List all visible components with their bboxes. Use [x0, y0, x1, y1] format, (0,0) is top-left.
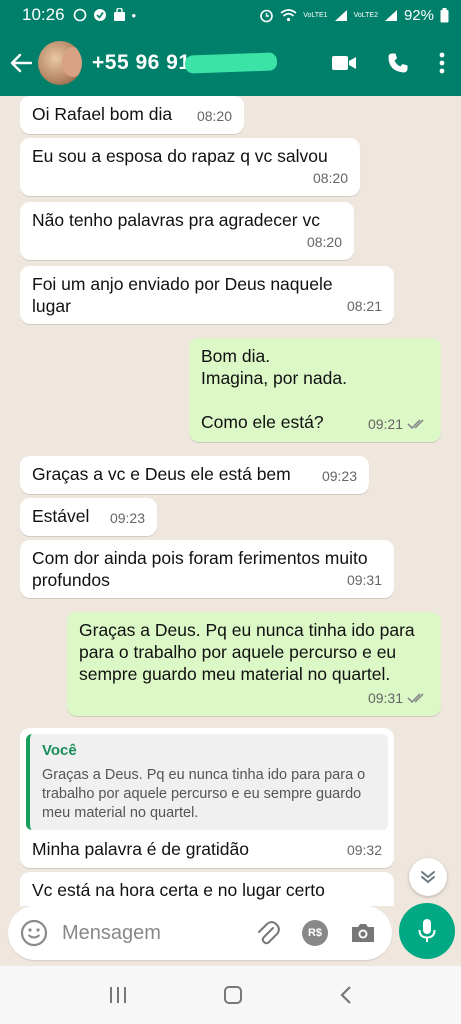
- chat-messages[interactable]: Oi Rafael bom dia 08:20 Eu sou a esposa …: [0, 96, 461, 906]
- signal-icon: [334, 9, 347, 21]
- dot-icon: •: [131, 7, 137, 23]
- message-text: Bom dia. Imagina, por nada. Como ele est…: [201, 346, 347, 432]
- message-incoming[interactable]: Foi um anjo enviado por Deus naquele lug…: [20, 266, 394, 324]
- battery-percent: 92%: [403, 6, 434, 24]
- message-time: 09:31: [346, 572, 382, 588]
- notification-icons: •: [73, 7, 137, 23]
- back-nav-icon[interactable]: [339, 985, 353, 1005]
- message-time: 09:23: [109, 510, 145, 526]
- message-time: 09:23: [321, 468, 357, 484]
- message-text: Oi Rafael bom dia: [32, 104, 173, 124]
- message-time: 09:31: [367, 690, 403, 706]
- scroll-to-bottom-button[interactable]: [409, 858, 447, 896]
- message-incoming[interactable]: Não tenho palavras pra agradecer vc 08:2…: [20, 202, 354, 260]
- status-time: 10:26: [22, 5, 65, 24]
- message-incoming[interactable]: Estável 09:23: [20, 498, 157, 536]
- contact-number: +55 96 91: [92, 51, 191, 74]
- alarm-icon: [260, 9, 273, 22]
- video-call-icon[interactable]: [331, 54, 357, 72]
- message-time: 08:20: [312, 170, 348, 186]
- battery-icon: [440, 7, 449, 22]
- emoji-icon[interactable]: [20, 919, 48, 947]
- message-text: Foi um anjo enviado por Deus naquele lug…: [32, 274, 333, 316]
- message-time: 08:20: [306, 234, 342, 250]
- whatsapp-notification-icon: [73, 8, 86, 22]
- chat-header: +55 96 91: [0, 30, 461, 96]
- quote-text: Graças a Deus. Pq eu nunca tinha ido par…: [42, 767, 366, 821]
- message-text: Minha palavra é de gratidão: [32, 839, 249, 859]
- message-composer: Mensagem R$: [8, 906, 392, 960]
- status-bar: 10:26 • VoLTE1 VoLTE2 92%: [0, 0, 461, 30]
- message-incoming[interactable]: Eu sou a esposa do rapaz q vc salvou 08:…: [20, 138, 360, 196]
- message-incoming[interactable]: Oi Rafael bom dia 08:20: [20, 96, 244, 134]
- message-incoming[interactable]: Com dor ainda pois foram ferimentos muit…: [20, 540, 394, 598]
- sim1-label: VoLTE1: [303, 11, 328, 19]
- attachment-icon[interactable]: [256, 920, 280, 946]
- voice-call-icon[interactable]: [387, 52, 409, 74]
- message-text: Vc está na hora certa e no lugar certo: [32, 880, 325, 900]
- shopping-bag-icon: [113, 8, 125, 21]
- more-options-icon[interactable]: [439, 52, 445, 74]
- voice-message-button[interactable]: [399, 903, 455, 959]
- back-button[interactable]: [0, 53, 38, 73]
- message-incoming-reply[interactable]: Você Graças a Deus. Pq eu nunca tinha id…: [20, 728, 394, 868]
- message-text: Com dor ainda pois foram ferimentos muit…: [32, 548, 368, 590]
- signal-icon: [384, 9, 397, 21]
- redaction-mark: [184, 52, 277, 75]
- double-chevron-down-icon: [421, 871, 435, 884]
- quote-author: Você: [42, 742, 77, 759]
- home-icon[interactable]: [223, 985, 243, 1005]
- message-text: Eu sou a esposa do rapaz q vc salvou: [32, 146, 328, 166]
- sim2-label: VoLTE2: [353, 11, 378, 19]
- microphone-icon: [418, 919, 436, 942]
- recent-apps-icon[interactable]: [108, 986, 128, 1004]
- message-time: 08:20: [196, 108, 232, 124]
- message-input[interactable]: Mensagem: [62, 922, 256, 945]
- message-time: 08:21: [346, 298, 382, 314]
- message-incoming[interactable]: Graças a vc e Deus ele está bem 09:23: [20, 456, 369, 494]
- message-text: Graças a Deus. Pq eu nunca tinha ido par…: [79, 620, 415, 684]
- back-arrow-icon: [10, 53, 32, 73]
- message-incoming[interactable]: Vc está na hora certa e no lugar certo: [20, 872, 394, 906]
- contact-avatar[interactable]: [38, 41, 82, 85]
- read-receipt-icon: [407, 693, 424, 704]
- payment-button[interactable]: R$: [302, 920, 328, 946]
- camera-icon[interactable]: [350, 922, 376, 944]
- contact-name[interactable]: +55 96 91: [92, 51, 277, 75]
- wifi-icon: [280, 9, 297, 22]
- sync-notification-icon: [93, 9, 106, 21]
- quoted-message[interactable]: Você Graças a Deus. Pq eu nunca tinha id…: [26, 734, 388, 830]
- message-text: Graças a vc e Deus ele está bem: [32, 464, 291, 484]
- message-time: 09:32: [346, 842, 382, 858]
- message-outgoing[interactable]: Bom dia. Imagina, por nada. Como ele est…: [189, 338, 441, 442]
- message-outgoing[interactable]: Graças a Deus. Pq eu nunca tinha ido par…: [67, 612, 441, 716]
- message-text: Não tenho palavras pra agradecer vc: [32, 210, 320, 230]
- system-navigation-bar: [0, 966, 461, 1024]
- message-text: Estável: [32, 506, 90, 526]
- read-receipt-icon: [407, 419, 424, 430]
- message-time: 09:21: [367, 416, 403, 432]
